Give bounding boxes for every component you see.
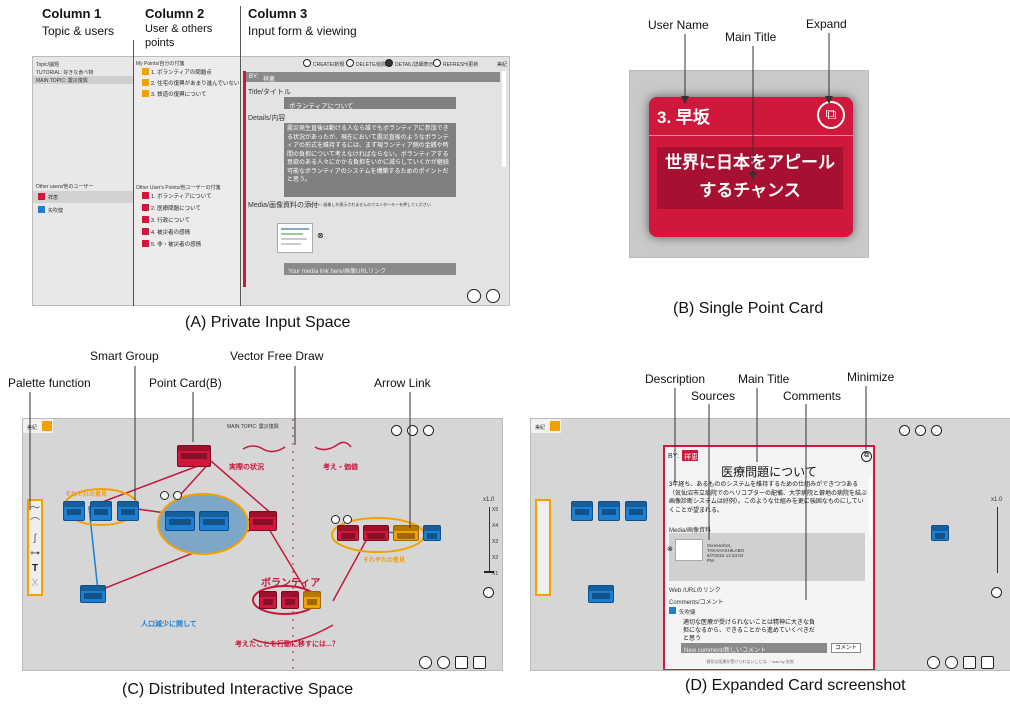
caption-d: (D) Expanded Card screenshot	[685, 677, 906, 694]
annotation-arrows-d	[674, 386, 867, 600]
